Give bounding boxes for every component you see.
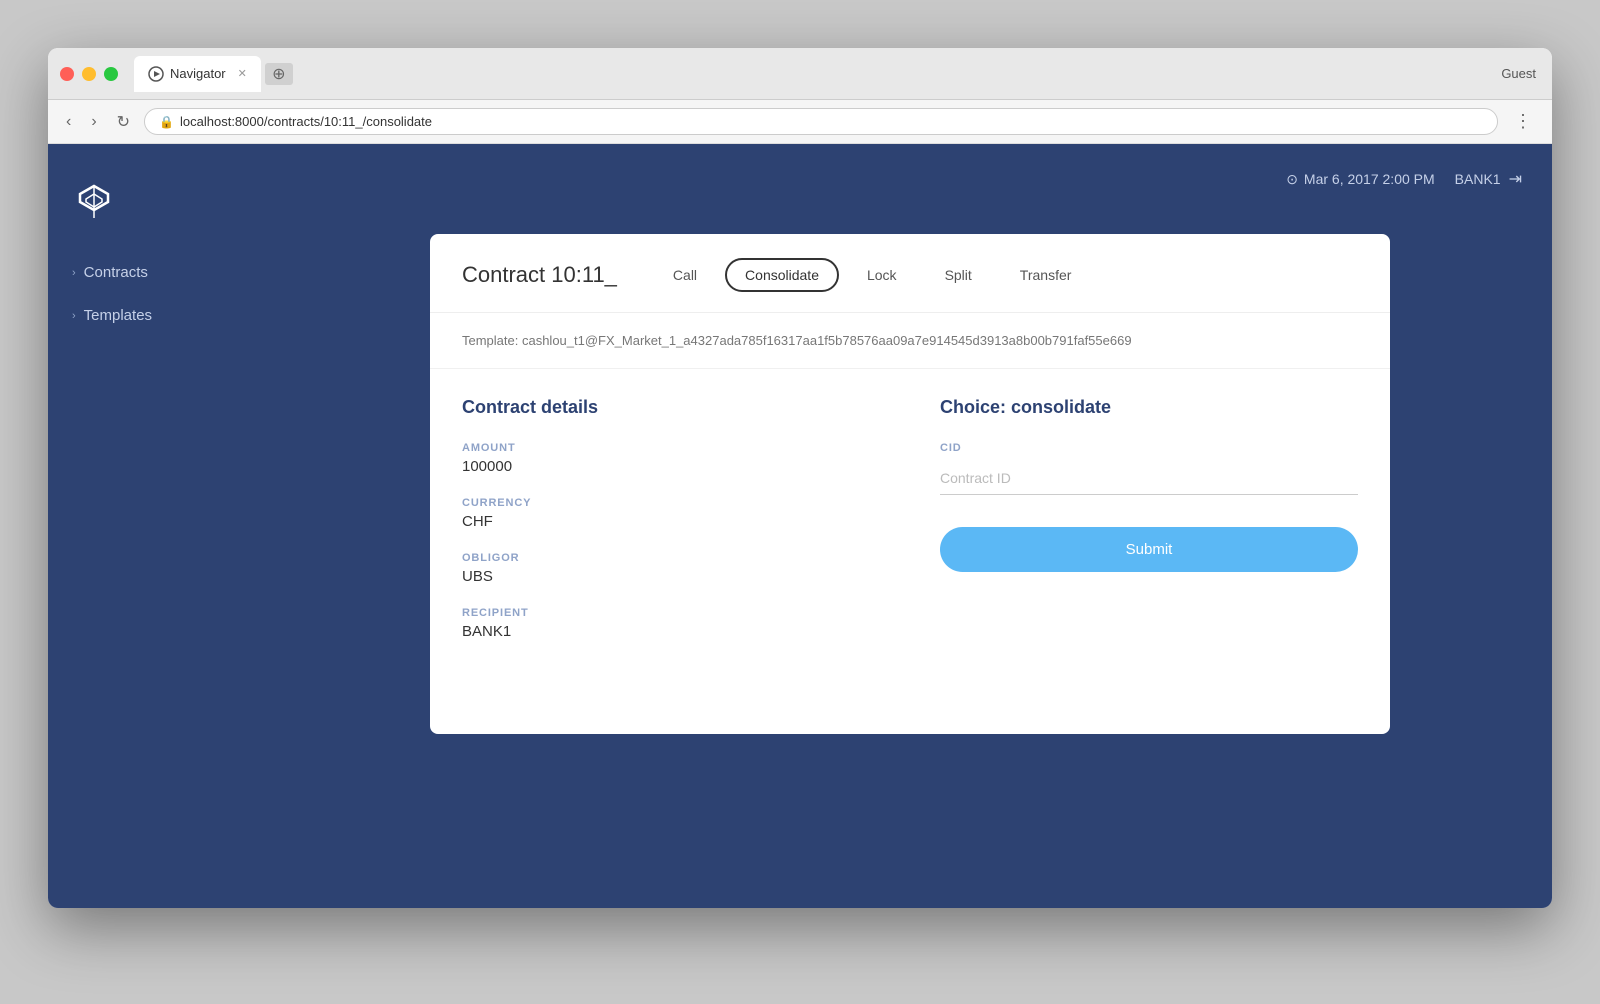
address-bar[interactable]: 🔒 localhost:8000/contracts/10:11_/consol… [144,108,1498,135]
lock-icon: 🔒 [159,115,174,129]
refresh-button[interactable]: ↻ [111,108,136,136]
template-text: Template: cashlou_t1@FX_Market_1_a4327ad… [462,333,1132,348]
field-label-currency: CURRENCY [462,497,880,509]
browser-toolbar: ‹ › ↻ 🔒 localhost:8000/contracts/10:11_/… [48,100,1552,144]
datetime-display: Mar 6, 2017 2:00 PM [1304,171,1435,187]
choice-section: Choice: consolidate CID Submit [940,397,1358,662]
submit-label: Submit [1126,541,1173,558]
field-recipient: RECIPIENT BANK1 [462,607,880,640]
sidebar-item-templates[interactable]: › Templates [48,297,268,334]
close-button[interactable] [60,67,74,81]
guest-label: Guest [1501,66,1536,81]
url-display: localhost:8000/contracts/10:11_/consolid… [180,114,432,129]
navigator-tab-icon [148,66,164,82]
choice-section-title: Choice: consolidate [940,397,1358,418]
template-line: Template: cashlou_t1@FX_Market_1_a4327ad… [430,313,1390,369]
maximize-button[interactable] [104,67,118,81]
field-value-recipient: BANK1 [462,623,880,640]
field-amount: AMOUNT 100000 [462,442,880,475]
tab-lock[interactable]: Lock [847,258,917,292]
tab-transfer[interactable]: Transfer [1000,258,1092,292]
traffic-lights [60,67,118,81]
details-section-title: Contract details [462,397,880,418]
browser-tab[interactable]: Navigator ✕ [134,56,261,92]
contract-tabs: Call Consolidate Lock Split [653,258,1091,292]
field-value-obligor: UBS [462,568,880,585]
cid-input[interactable] [940,462,1358,495]
browser-menu-button[interactable]: ⋮ [1506,107,1540,136]
sidebar-header [48,164,268,254]
clock-icon: ⊙ [1286,171,1298,188]
back-button[interactable]: ‹ [60,109,77,135]
topbar-user: BANK1 ⇥ [1455,169,1522,189]
contract-details: Contract details AMOUNT 100000 CURRENCY … [462,397,880,662]
form-label-cid: CID [940,442,1358,454]
forward-button[interactable]: › [85,109,102,135]
browser-titlebar: Navigator ✕ ⊕ Guest [48,48,1552,100]
contract-panel: Contract 10:11_ Call Consolidate Lock [430,234,1390,734]
field-value-amount: 100000 [462,458,880,475]
sidebar-item-label-templates: Templates [84,307,152,324]
content-area: ⊙ Mar 6, 2017 2:00 PM BANK1 ⇥ Contract 1… [268,144,1552,908]
tab-call[interactable]: Call [653,258,717,292]
minimize-button[interactable] [82,67,96,81]
field-label-amount: AMOUNT [462,442,880,454]
app-logo [72,180,116,224]
submit-button[interactable]: Submit [940,527,1358,572]
sidebar-item-contracts[interactable]: › Contracts [48,254,268,291]
new-tab-icon: ⊕ [272,64,285,84]
templates-chevron-icon: › [72,310,76,322]
content-main: Contract 10:11_ Call Consolidate Lock [268,214,1552,908]
field-value-currency: CHF [462,513,880,530]
field-currency: CURRENCY CHF [462,497,880,530]
username-display: BANK1 [1455,171,1501,187]
field-label-recipient: RECIPIENT [462,607,880,619]
contract-body: Contract details AMOUNT 100000 CURRENCY … [430,369,1390,690]
tab-title: Navigator [170,66,226,81]
tab-close-icon[interactable]: ✕ [238,67,247,80]
app-layout: › Contracts › Templates ⊙ Mar 6, 2017 2:… [48,144,1552,908]
topbar-time: ⊙ Mar 6, 2017 2:00 PM [1286,171,1434,188]
tab-split[interactable]: Split [925,258,992,292]
field-label-obligor: OBLIGOR [462,552,880,564]
new-tab-button[interactable]: ⊕ [265,63,293,85]
contract-title: Contract 10:11_ [462,262,617,288]
tab-consolidate[interactable]: Consolidate [725,258,839,292]
form-group-cid: CID [940,442,1358,495]
contract-header: Contract 10:11_ Call Consolidate Lock [430,234,1390,313]
contracts-chevron-icon: › [72,267,76,279]
sidebar: › Contracts › Templates [48,144,268,908]
app-top-bar: ⊙ Mar 6, 2017 2:00 PM BANK1 ⇥ [268,144,1552,214]
sidebar-item-label-contracts: Contracts [84,264,148,281]
logout-icon[interactable]: ⇥ [1509,169,1522,189]
field-obligor: OBLIGOR UBS [462,552,880,585]
sidebar-navigation: › Contracts › Templates [48,254,268,334]
